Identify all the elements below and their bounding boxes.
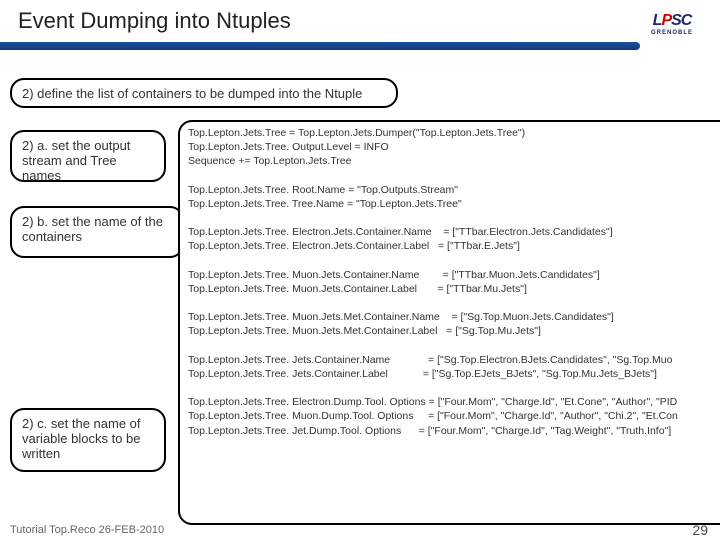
code-listing: Top.Lepton.Jets.Tree = Top.Lepton.Jets.D… bbox=[178, 120, 720, 525]
logo-subtext: GRENOBLE bbox=[651, 30, 693, 36]
logo-text: LPSC bbox=[653, 12, 692, 30]
step-2-heading: 2) define the list of containers to be d… bbox=[10, 78, 398, 108]
header-divider bbox=[0, 42, 640, 50]
logo: LPSC GRENOBLE bbox=[636, 2, 708, 46]
step-2c-box: 2) c. set the name of variable blocks to… bbox=[10, 408, 166, 472]
footer-text: Tutorial Top.Reco 26-FEB-2010 bbox=[10, 524, 164, 536]
step-2b-box: 2) b. set the name of the containers bbox=[10, 206, 184, 258]
page-number: 29 bbox=[692, 522, 708, 538]
step-2a-box: 2) a. set the output stream and Tree nam… bbox=[10, 130, 166, 182]
page-title: Event Dumping into Ntuples bbox=[18, 8, 291, 34]
